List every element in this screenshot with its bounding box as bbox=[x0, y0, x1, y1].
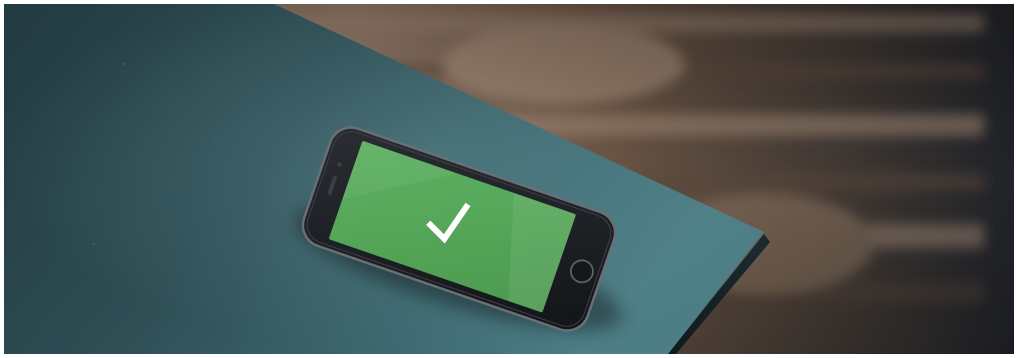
photo-frame bbox=[0, 0, 1018, 358]
photo-svg bbox=[4, 4, 1014, 354]
photo bbox=[4, 4, 1014, 354]
